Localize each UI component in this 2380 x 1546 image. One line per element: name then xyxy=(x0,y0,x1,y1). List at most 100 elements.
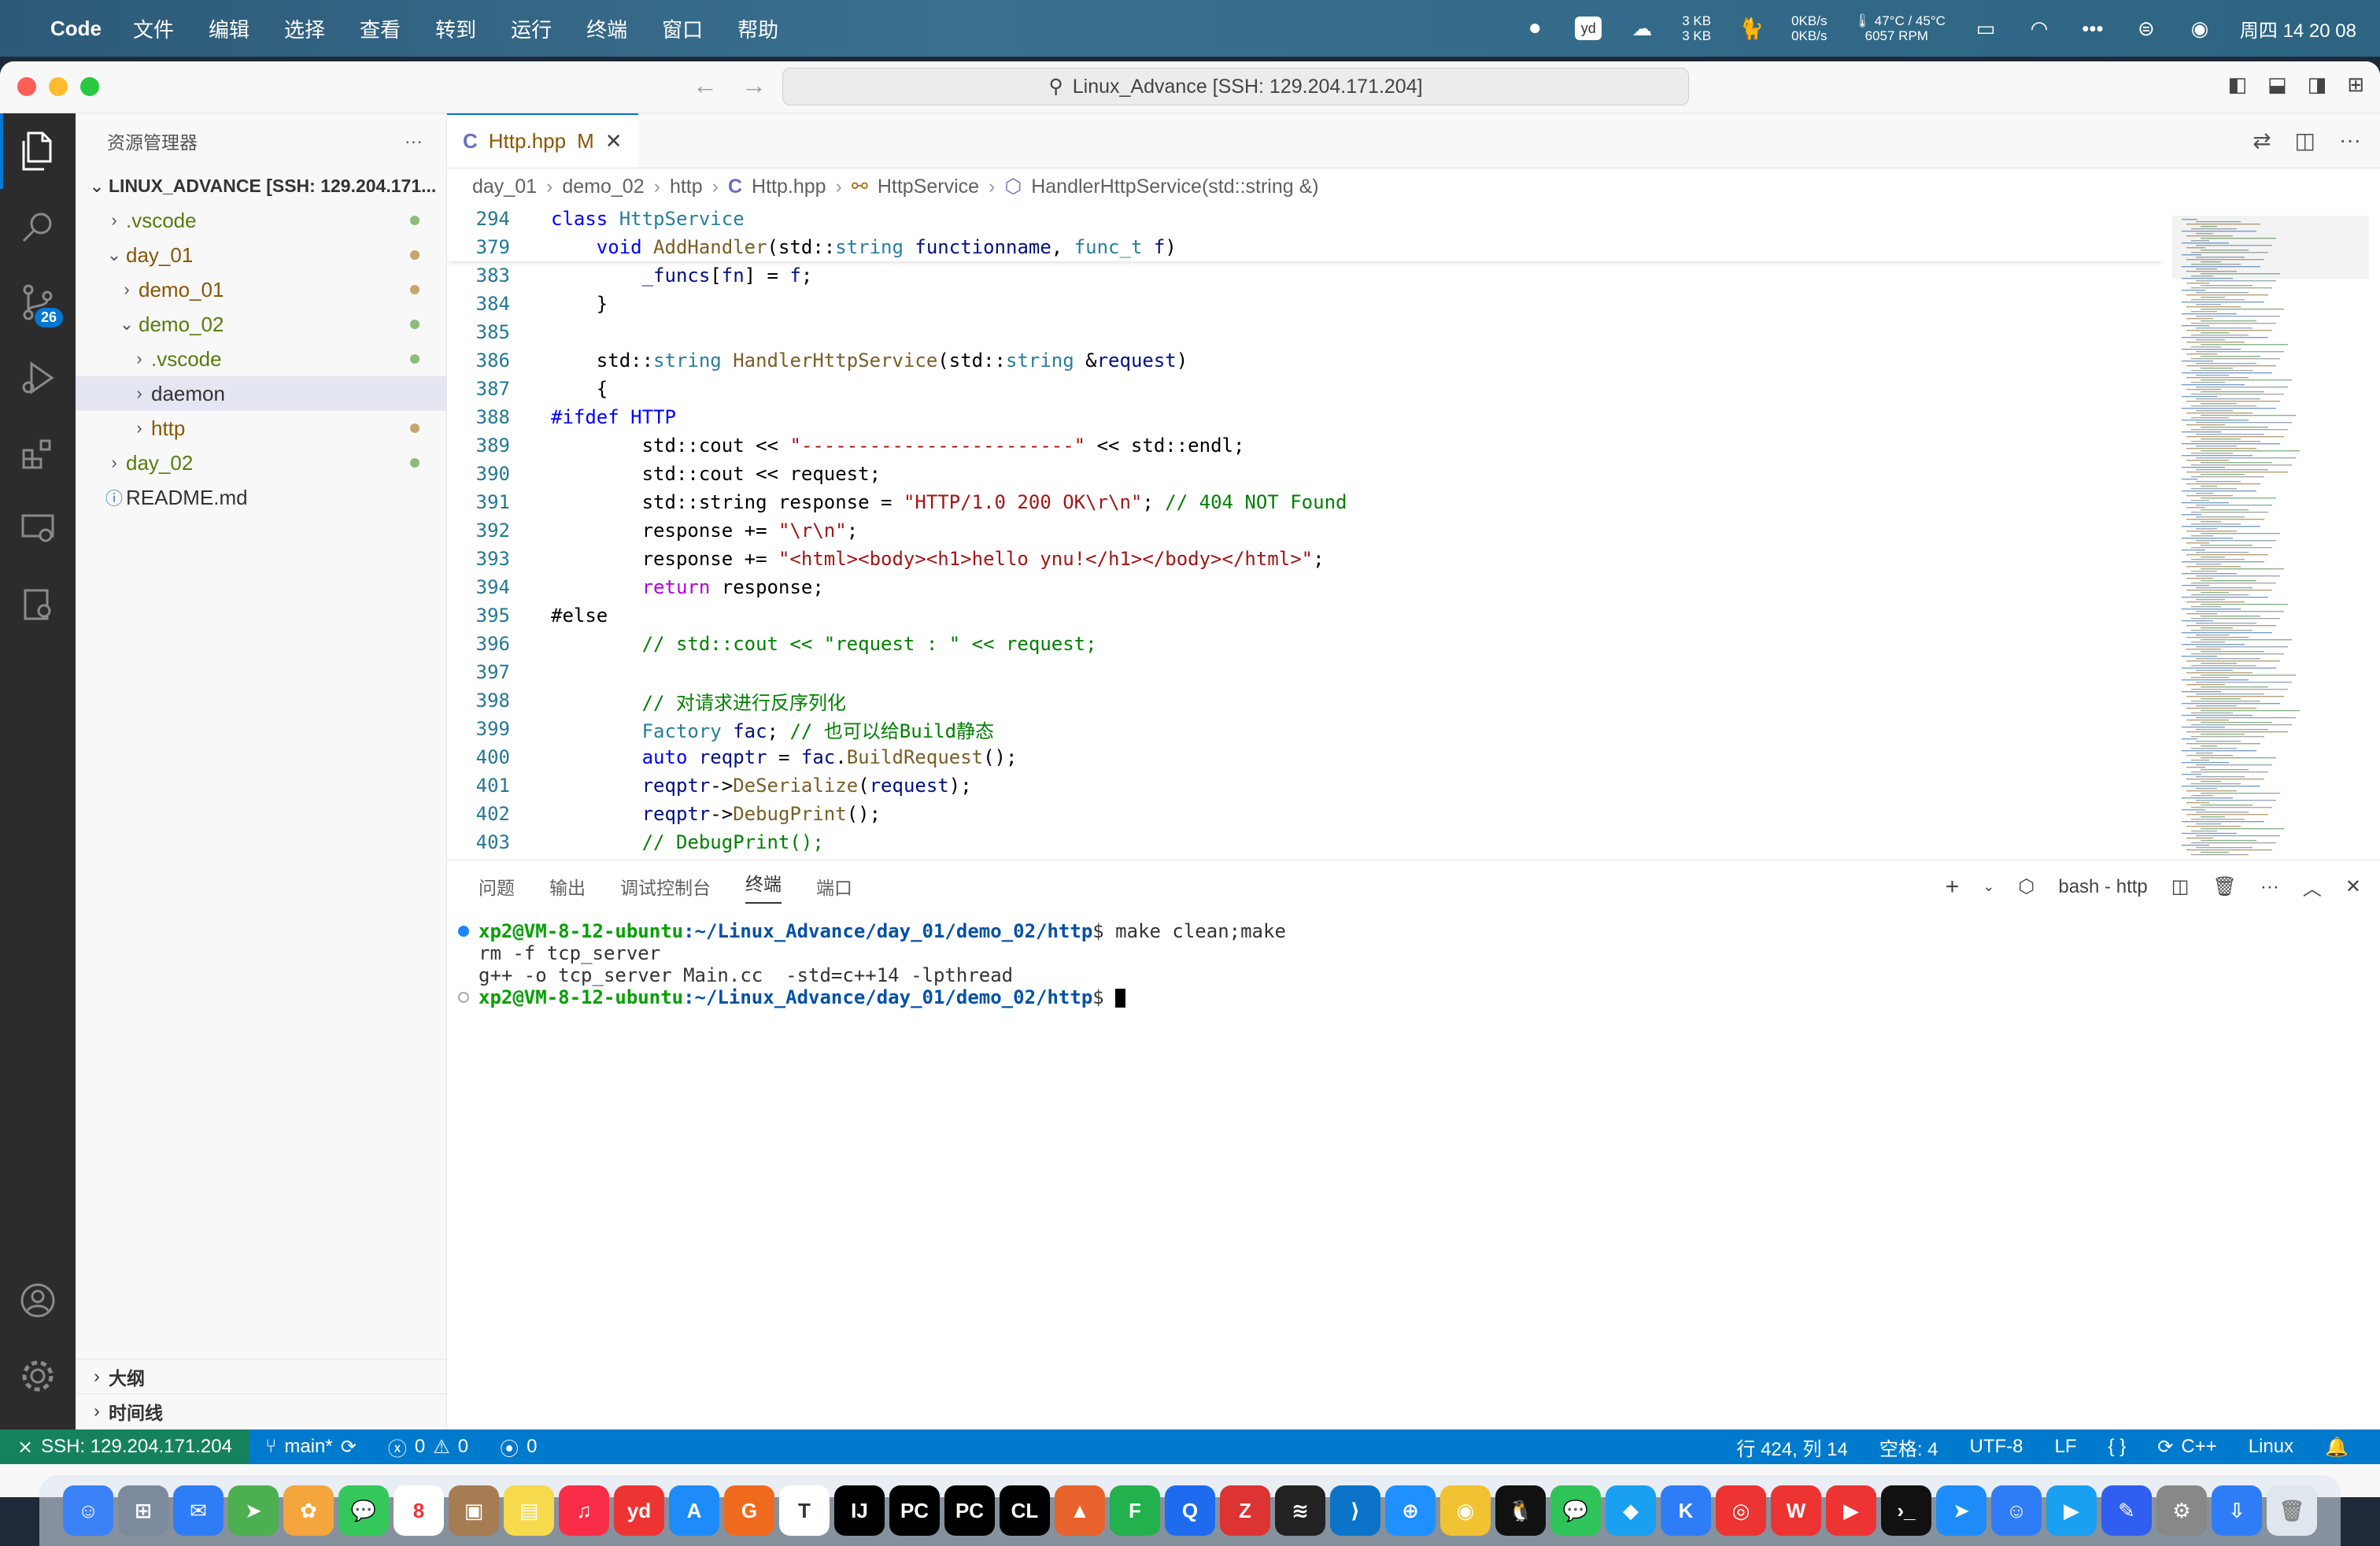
pdf-icon[interactable]: ▶ xyxy=(1826,1485,1876,1536)
trash-icon[interactable]: 🗑 xyxy=(2212,875,2236,898)
app-store-icon[interactable]: A xyxy=(669,1485,719,1536)
explorer-more-button[interactable]: ··· xyxy=(405,131,423,152)
code-line[interactable]: 397 xyxy=(447,658,2163,686)
tab-http-hpp[interactable]: C Http.hpp M ✕ xyxy=(447,113,638,168)
infuse-icon[interactable]: ▶ xyxy=(2046,1485,2097,1536)
code-line[interactable]: 390 std::cout << request; xyxy=(447,460,2163,488)
open-changes-icon[interactable]: ⇄ xyxy=(2252,128,2271,153)
wechat-icon[interactable]: 💬 xyxy=(1550,1485,1601,1536)
more-tray-icon[interactable]: ••• xyxy=(2079,17,2106,40)
command-center[interactable]: ⚲ Linux_Advance [SSH: 129.204.171.204] xyxy=(782,68,1689,105)
code-line[interactable]: 394 return response; xyxy=(447,573,2163,601)
code-line[interactable]: 392 response += "\r\n"; xyxy=(447,516,2163,545)
split-terminal-icon[interactable]: ◫ xyxy=(2171,875,2190,898)
code-line[interactable]: 389 std::cout << "----------------------… xyxy=(447,431,2163,460)
platform[interactable]: Linux xyxy=(2233,1436,2309,1458)
customize-layout-icon[interactable]: ⊞ xyxy=(2347,72,2364,97)
account-icon[interactable] xyxy=(0,1263,76,1338)
menu-app-name[interactable]: Code xyxy=(50,17,102,41)
control-center-icon[interactable]: ⊜ xyxy=(2133,17,2160,40)
netease-music-icon[interactable]: ◎ xyxy=(1716,1485,1766,1536)
tab-problems[interactable]: 问题 xyxy=(479,873,515,900)
notifications-bell-icon[interactable]: 🔔 xyxy=(2309,1436,2364,1459)
split-editor-icon[interactable]: ◫ xyxy=(2295,128,2315,153)
finder-icon[interactable]: ☺ xyxy=(63,1485,113,1536)
branch-indicator[interactable]: ⑂ main* ⟳ xyxy=(249,1436,372,1459)
tab-ports[interactable]: 端口 xyxy=(816,873,852,900)
outline-section[interactable]: › 大纲 xyxy=(76,1359,447,1393)
notes-icon[interactable]: ▤ xyxy=(504,1485,554,1536)
more-actions-icon[interactable]: ··· xyxy=(2339,128,2361,153)
tree-item-vscode-nested[interactable]: › .vscode xyxy=(76,342,446,376)
remote-explorer-icon[interactable] xyxy=(0,491,76,567)
indentation[interactable]: 空格: 4 xyxy=(1864,1433,1954,1461)
command-pending-dot[interactable] xyxy=(458,992,469,1003)
siri-icon[interactable]: ◉ xyxy=(2186,17,2213,40)
youdao-tray-icon[interactable]: yd xyxy=(1575,17,1602,40)
tree-item-demo02[interactable]: ⌄ demo_02 xyxy=(76,307,446,342)
battery-icon[interactable]: ▭ xyxy=(1972,17,1999,40)
menu-help[interactable]: 帮助 xyxy=(737,14,778,43)
code-line[interactable]: 384 } xyxy=(447,290,2163,318)
trash-bin-icon[interactable]: 🗑 xyxy=(2267,1485,2317,1536)
tree-item-daemon[interactable]: › daemon xyxy=(76,376,446,411)
terminal-name[interactable]: bash - http xyxy=(2058,876,2147,898)
system-settings-icon[interactable]: ⚙ xyxy=(2156,1485,2207,1536)
explorer-icon[interactable] xyxy=(0,113,76,189)
minimap[interactable] xyxy=(2172,216,2369,861)
menu-window[interactable]: 窗口 xyxy=(662,14,703,43)
pycharm-icon[interactable]: PC xyxy=(889,1485,940,1536)
feishu-icon[interactable]: F xyxy=(1110,1485,1160,1536)
messages-icon[interactable]: 💬 xyxy=(338,1485,389,1536)
menu-edit[interactable]: 编辑 xyxy=(209,14,249,43)
clock[interactable]: 周四 14 20 08 xyxy=(2240,15,2356,43)
wifi-icon[interactable]: ◠ xyxy=(2026,17,2053,40)
code-line[interactable]: 401 reqptr->DeSerialize(request); xyxy=(447,771,2163,800)
youdao-icon[interactable]: yd xyxy=(614,1485,664,1536)
pycharm-ce-icon[interactable]: PC xyxy=(944,1485,995,1536)
tree-item-http[interactable]: › http xyxy=(76,411,446,446)
minimize-window-button[interactable] xyxy=(49,77,68,96)
timeline-section[interactable]: › 时间线 xyxy=(76,1393,447,1428)
code-line[interactable]: 386 std::string HandlerHttpService(std::… xyxy=(447,346,2163,375)
launchpad-icon[interactable]: ⊞ xyxy=(118,1485,168,1536)
breadcrumb-item[interactable]: day_01 xyxy=(472,176,537,198)
mail-icon[interactable]: ✉ xyxy=(173,1485,224,1536)
transfer-icon[interactable]: ➤ xyxy=(1936,1485,1986,1536)
close-tab-icon[interactable]: ✕ xyxy=(605,129,623,153)
tree-item-day01[interactable]: ⌄ day_01 xyxy=(76,238,446,272)
toggle-secondary-sidebar-icon[interactable]: ◨ xyxy=(2308,72,2327,97)
breadcrumb-item[interactable]: Http.hpp xyxy=(752,176,826,198)
photos-icon[interactable]: ✿ xyxy=(283,1485,334,1536)
more-actions-icon[interactable]: ··· xyxy=(2260,876,2279,898)
kuwo-icon[interactable]: K xyxy=(1661,1485,1711,1536)
code-line[interactable]: 379 void AddHandler(std::string function… xyxy=(447,233,2163,261)
breadcrumb-item[interactable]: demo_02 xyxy=(562,176,644,198)
qq-icon[interactable]: 🐧 xyxy=(1495,1485,1546,1536)
command-success-dot[interactable] xyxy=(458,926,469,937)
workspace-root[interactable]: ⌄ LINUX_ADVANCE [SSH: 129.204.171... xyxy=(76,168,446,203)
chevron-down-icon[interactable]: ⌄ xyxy=(1983,878,1994,895)
qbittorrent-icon[interactable]: ☺ xyxy=(1991,1485,2042,1536)
language-mode[interactable]: ⟳ C++ xyxy=(2142,1436,2232,1459)
vscode-icon[interactable]: ⟩ xyxy=(1330,1485,1380,1536)
breadcrumb-item[interactable]: http xyxy=(670,176,703,198)
matlab-icon[interactable]: ▲ xyxy=(1055,1485,1105,1536)
zotero-icon[interactable]: Z xyxy=(1220,1485,1270,1536)
new-terminal-icon[interactable]: + xyxy=(1946,874,1960,901)
menu-selection[interactable]: 选择 xyxy=(284,14,325,43)
search-icon[interactable] xyxy=(0,189,76,264)
cloud-tray-icon[interactable]: ☁ xyxy=(1628,17,1655,40)
forward-arrow-icon[interactable]: → xyxy=(741,71,767,100)
maps-icon[interactable]: ➤ xyxy=(228,1485,279,1536)
sync-icon[interactable]: ⟳ xyxy=(341,1436,357,1459)
close-panel-icon[interactable]: ✕ xyxy=(2345,875,2361,898)
code-line[interactable]: 294 class HttpService xyxy=(447,205,2163,233)
docker-icon[interactable] xyxy=(0,567,76,642)
toggle-panel-icon[interactable]: ⬓ xyxy=(2267,72,2287,97)
ifonts-icon[interactable]: G xyxy=(724,1485,774,1536)
intellij-icon[interactable]: IJ xyxy=(834,1485,885,1536)
problems-indicator[interactable]: ⓧ 0 ⚠ 0 xyxy=(372,1433,484,1461)
code-line[interactable]: 393 response += "<html><body><h1>hello y… xyxy=(447,545,2163,573)
tree-item-day02[interactable]: › day_02 xyxy=(76,446,446,480)
